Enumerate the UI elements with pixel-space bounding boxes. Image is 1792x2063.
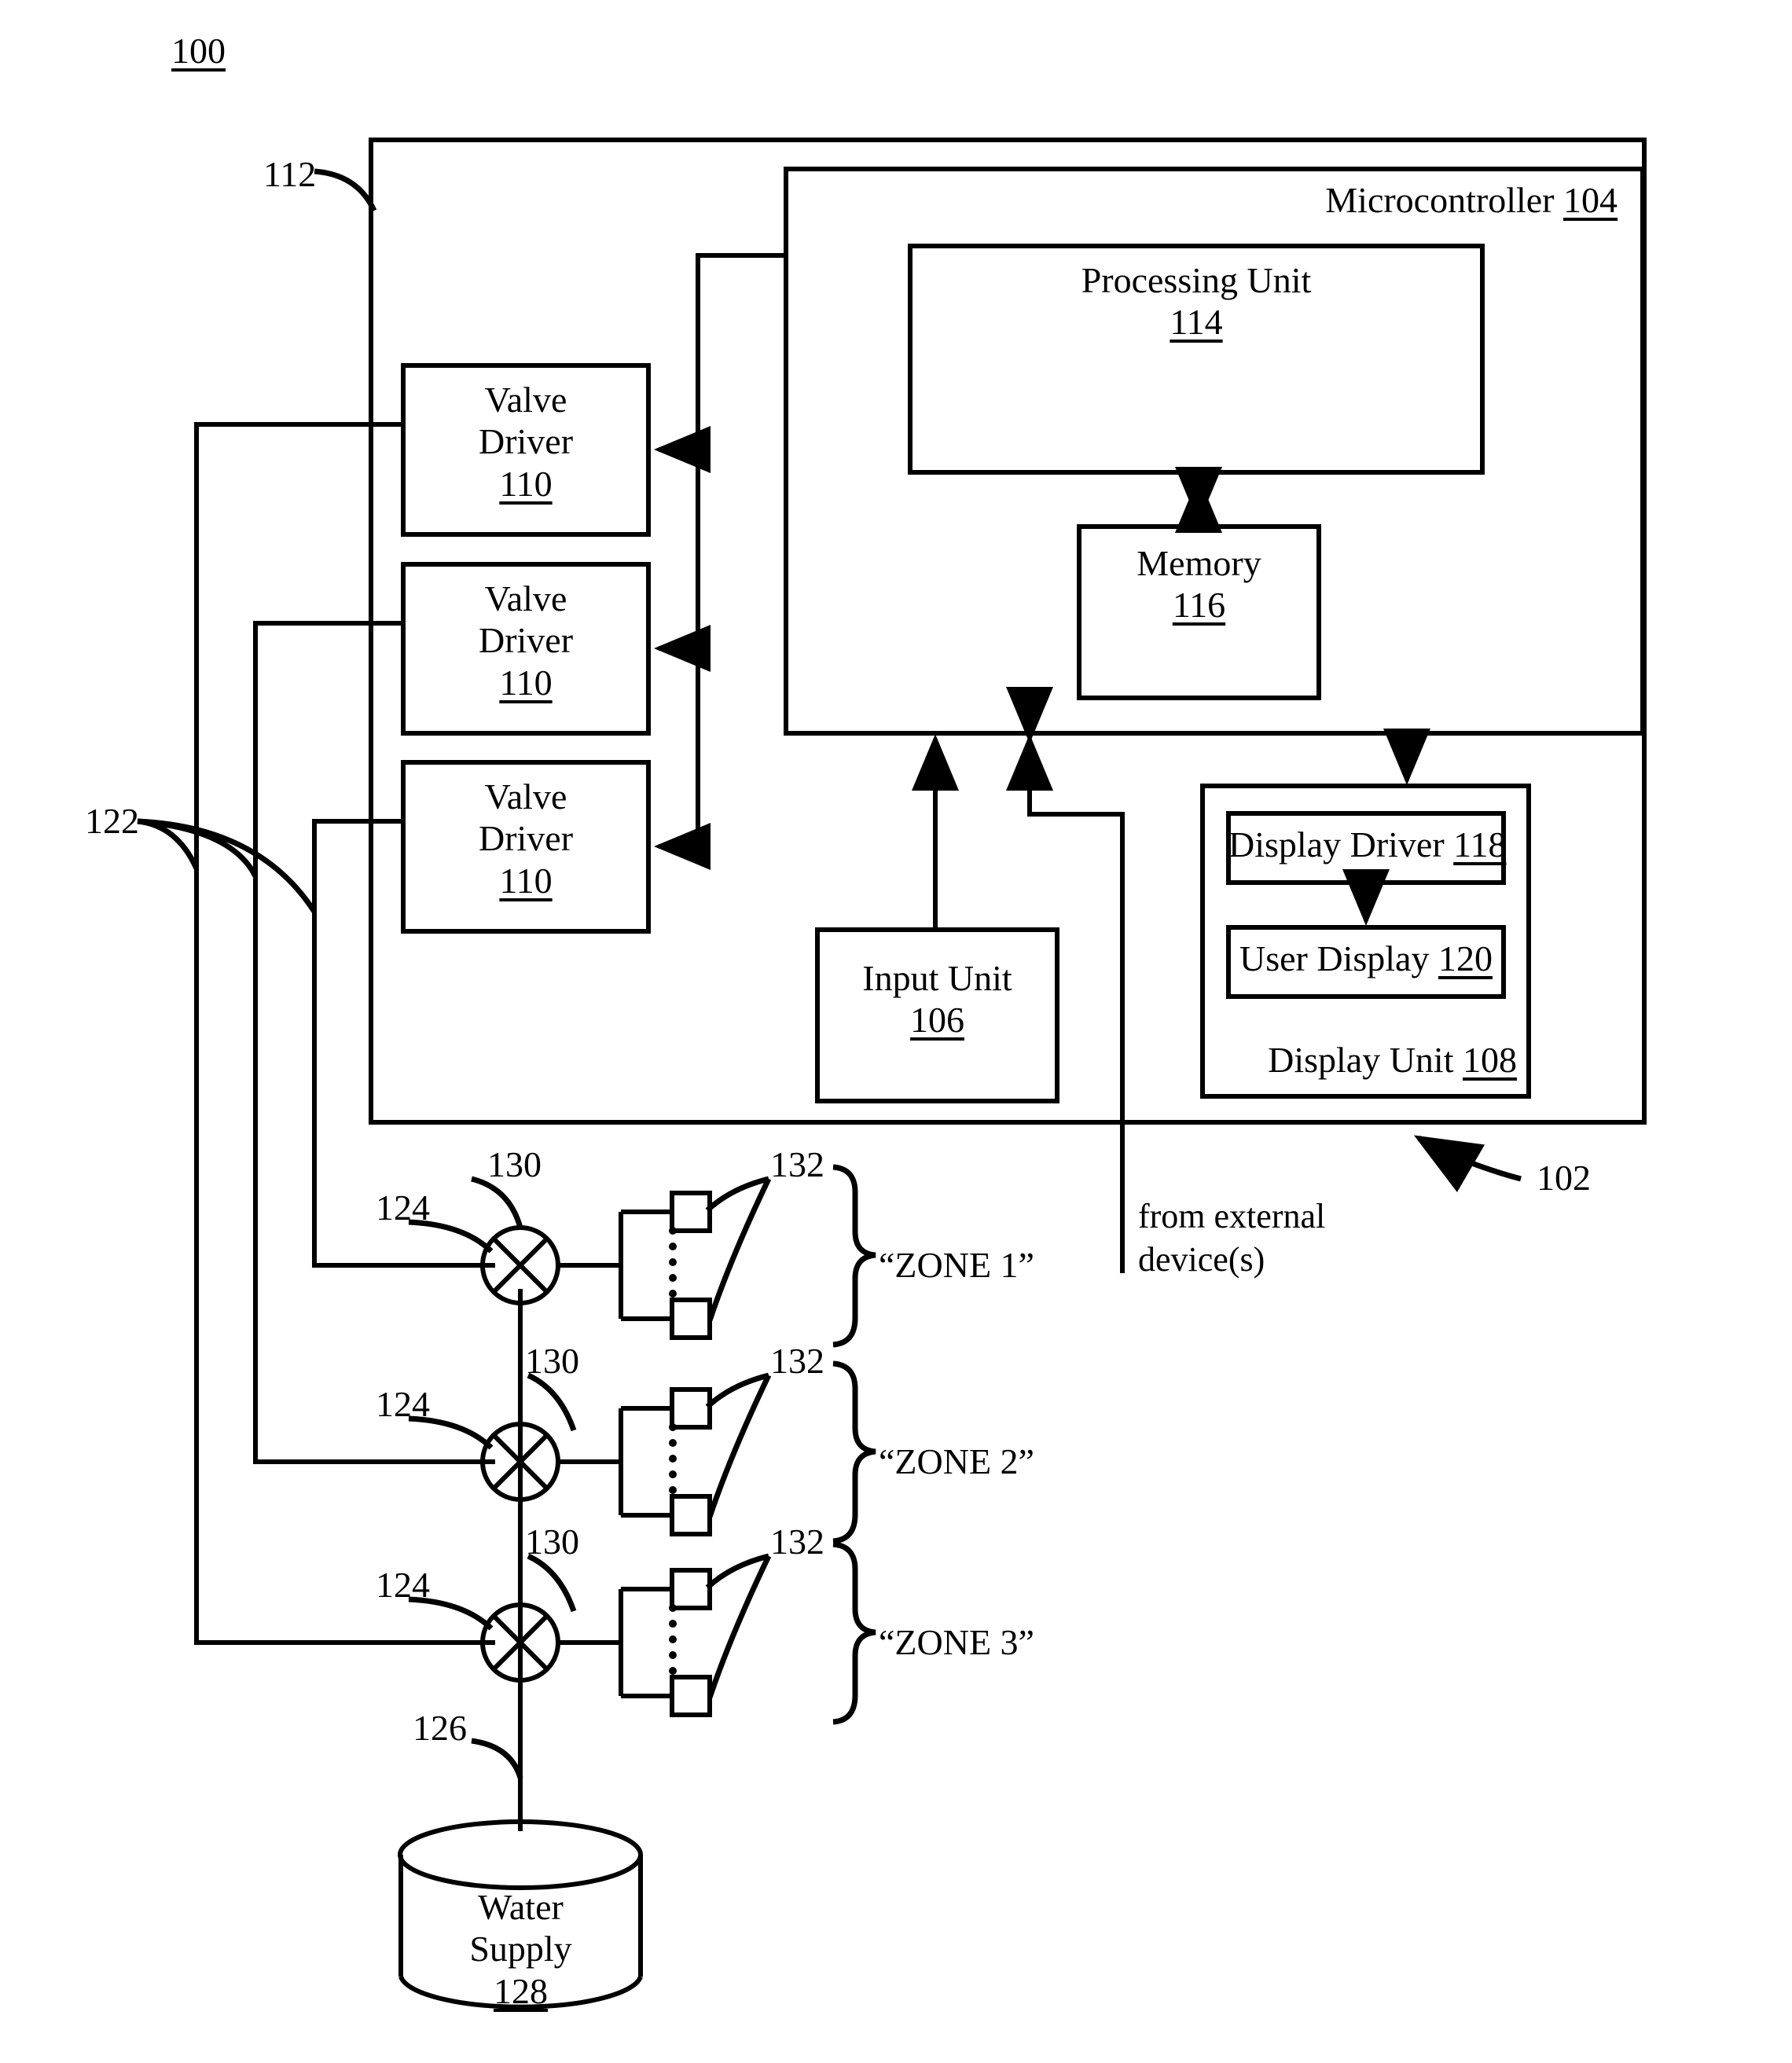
valve-driver-2-ref: 110	[499, 662, 553, 703]
leader-130-3	[527, 1553, 577, 1613]
patent-figure-canvas: 100 112 102 122 Microcontroller 104 Proc…	[0, 0, 1792, 2063]
user-display-title: User Display	[1239, 938, 1430, 978]
valve-driver-1-label: Valve Driver 110	[403, 379, 648, 505]
ref-124-zone-3: 124	[376, 1565, 430, 1605]
ref-126-main-line: 126	[413, 1708, 467, 1748]
zone-2-label: “ZONE 2”	[879, 1441, 1034, 1481]
water-supply-line2: Supply	[469, 1929, 572, 1969]
user-display-label: User Display 120	[1228, 938, 1504, 979]
microcontroller-title: Microcontroller 104	[786, 179, 1618, 221]
zone-1-label: “ZONE 1”	[879, 1245, 1034, 1285]
sprinkler-2a	[670, 1387, 712, 1430]
external-note-line-1: from external	[1138, 1197, 1326, 1235]
figure-number: 100	[171, 31, 226, 71]
display-unit-ref: 108	[1463, 1040, 1517, 1080]
water-supply-line1: Water	[478, 1887, 564, 1927]
mcu-valve-bus	[696, 253, 786, 846]
memory-title: Memory	[1137, 543, 1261, 583]
valve-driver-1-ref: 110	[499, 463, 553, 504]
sprinkler-2b	[670, 1494, 712, 1536]
ref-132-zone-2: 132	[770, 1341, 824, 1381]
processing-unit-ref: 114	[1170, 302, 1223, 343]
valve-driver-1-line1: Valve	[484, 380, 567, 420]
display-unit-title-text: Display Unit	[1268, 1040, 1454, 1080]
ref-122-wiring: 122	[85, 801, 139, 841]
brace-zone-2	[832, 1360, 876, 1544]
leader-126	[471, 1738, 523, 1779]
valve-driver-3-label: Valve Driver 110	[403, 776, 648, 901]
valve-driver-2-line1: Valve	[484, 578, 567, 619]
valve-driver-3-line2: Driver	[478, 818, 574, 859]
valve-driver-2-label: Valve Driver 110	[403, 578, 648, 703]
sprinkler-3a	[670, 1568, 712, 1610]
brace-zone-3	[832, 1541, 876, 1725]
memory-label: Memory 116	[1079, 542, 1319, 626]
valve-driver-2-line2: Driver	[478, 620, 574, 661]
ref-124-zone-1: 124	[376, 1188, 430, 1228]
display-driver-title: Display Driver	[1228, 824, 1445, 864]
microcontroller-ref: 104	[1563, 180, 1618, 220]
display-driver-label: Display Driver 118	[1228, 824, 1507, 865]
leader-122-a	[137, 818, 317, 913]
pipe-ellipsis-dots	[669, 1227, 677, 1675]
zone1-branches	[621, 1210, 672, 1321]
sprinkler-3b	[670, 1675, 712, 1717]
ref-132-zone-1: 132	[770, 1144, 824, 1184]
leader-102	[1413, 1135, 1522, 1192]
valve-driver-3-ref: 110	[499, 860, 553, 901]
processing-unit-title: Processing Unit	[1081, 260, 1312, 300]
input-unit-ref: 106	[910, 1000, 964, 1041]
water-supply-label: Water Supply 128	[401, 1886, 641, 2012]
external-note-line-2: device(s)	[1138, 1240, 1265, 1279]
external-device-note: from external device(s)	[1138, 1195, 1325, 1281]
valve-driver-3-line1: Valve	[484, 776, 567, 817]
ref-132-zone-3: 132	[770, 1522, 824, 1562]
leader-130-1	[471, 1176, 523, 1228]
display-unit-title: Display Unit 108	[1203, 1039, 1517, 1081]
zone2-branches	[621, 1406, 672, 1518]
input-unit-title: Input Unit	[862, 958, 1012, 998]
water-supply-ref: 128	[494, 1970, 548, 2011]
memory-ref: 116	[1172, 585, 1226, 626]
microcontroller-title-text: Microcontroller	[1325, 180, 1555, 220]
ref-130-zone-3: 130	[525, 1522, 579, 1562]
valve-1-x	[491, 1236, 549, 1294]
leader-130-2	[527, 1372, 577, 1432]
tank-top-ellipse	[398, 1819, 643, 1890]
zone3-branches	[621, 1587, 672, 1698]
user-display-ref: 120	[1438, 938, 1493, 978]
display-driver-ref: 118	[1453, 824, 1507, 864]
zone-3-label: “ZONE 3”	[879, 1622, 1034, 1662]
wire-vd2	[253, 621, 495, 1464]
input-unit-label: Input Unit 106	[817, 957, 1057, 1041]
sprinkler-1b	[670, 1298, 712, 1340]
processing-unit-label: Processing Unit 114	[910, 259, 1482, 343]
sprinkler-1a	[670, 1191, 712, 1233]
leader-112	[314, 168, 377, 212]
ref-102-assembly: 102	[1537, 1158, 1591, 1198]
ref-124-zone-2: 124	[376, 1384, 430, 1424]
ref-130-zone-1: 130	[487, 1144, 542, 1184]
ref-130-zone-2: 130	[525, 1341, 579, 1381]
valve-driver-1-line2: Driver	[478, 421, 574, 462]
brace-zone-1	[832, 1164, 876, 1348]
ref-112-enclosure: 112	[263, 154, 317, 194]
microcontroller-box	[784, 167, 1645, 736]
